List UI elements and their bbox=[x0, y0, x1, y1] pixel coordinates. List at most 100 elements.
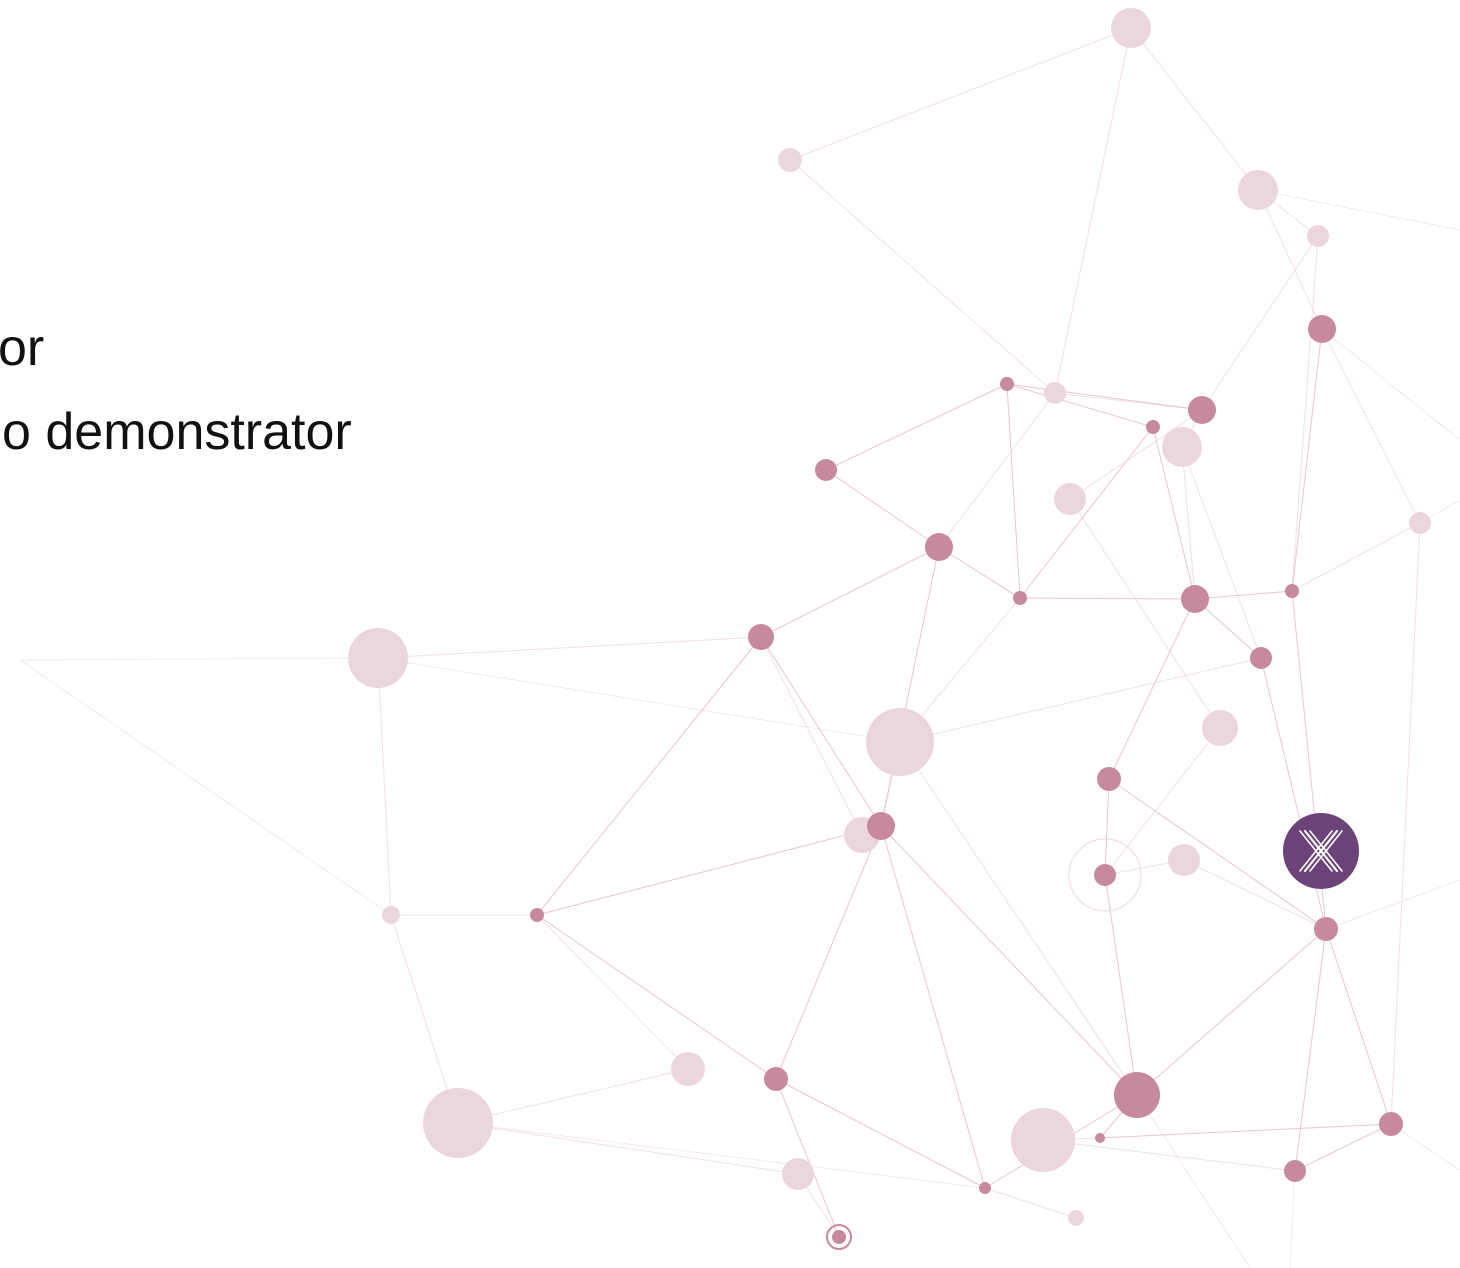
network-node bbox=[1409, 512, 1431, 534]
network-edge bbox=[1054, 27, 1132, 394]
network-node bbox=[1314, 917, 1338, 941]
network-node bbox=[1146, 420, 1160, 434]
network-node bbox=[1379, 1112, 1403, 1136]
network-nodes bbox=[348, 8, 1431, 1250]
network-edge bbox=[1390, 1123, 1460, 1171]
network-edge bbox=[938, 392, 1056, 548]
network-node bbox=[1013, 591, 1027, 605]
network-edge bbox=[536, 825, 882, 916]
network-edge bbox=[377, 657, 901, 743]
network-edge bbox=[1325, 928, 1392, 1125]
network-node bbox=[1094, 864, 1116, 886]
network-edge bbox=[1104, 874, 1138, 1096]
x-logo-icon bbox=[1283, 813, 1359, 889]
network-edge bbox=[536, 636, 762, 916]
network-node bbox=[1054, 483, 1086, 515]
network-edge bbox=[377, 657, 392, 916]
network-edge bbox=[377, 636, 762, 659]
network-edge bbox=[1257, 189, 1460, 231]
network-edge bbox=[1291, 235, 1319, 592]
network-edge bbox=[536, 914, 777, 1080]
network-edge bbox=[1194, 590, 1293, 600]
network-node bbox=[866, 708, 934, 776]
network-node bbox=[1011, 1108, 1075, 1172]
network-node bbox=[782, 1158, 814, 1190]
network-edge bbox=[536, 914, 689, 1070]
network-node bbox=[530, 908, 544, 922]
network-edge bbox=[1294, 1123, 1392, 1172]
network-node bbox=[867, 812, 895, 840]
network-node bbox=[979, 1182, 991, 1194]
network-edge bbox=[1104, 778, 1110, 876]
title-line-2: o demonstrator bbox=[2, 403, 352, 461]
network-node bbox=[1044, 382, 1066, 404]
network-edge bbox=[1325, 879, 1460, 930]
network-node bbox=[1284, 1160, 1306, 1182]
network-node bbox=[815, 459, 837, 481]
network-node bbox=[1111, 8, 1151, 48]
network-edge bbox=[1181, 446, 1262, 659]
network-edge bbox=[899, 741, 1138, 1096]
network-edge bbox=[1099, 1123, 1392, 1139]
network-node bbox=[1114, 1072, 1160, 1118]
network-edge bbox=[1019, 597, 1196, 600]
network-edge bbox=[1201, 235, 1319, 411]
network-node bbox=[671, 1052, 705, 1086]
network-edge bbox=[1181, 446, 1196, 600]
network-edge bbox=[1321, 328, 1460, 441]
network-edge bbox=[19, 659, 392, 916]
network-edge bbox=[1291, 522, 1421, 592]
network-edge bbox=[1289, 1170, 1296, 1268]
network-edge bbox=[984, 1187, 1077, 1219]
network-node bbox=[925, 533, 953, 561]
network-edge bbox=[825, 469, 940, 548]
network-edges bbox=[19, 27, 1460, 1268]
network-edge bbox=[880, 546, 940, 827]
network-edge bbox=[775, 1078, 840, 1238]
network-node bbox=[1238, 170, 1278, 210]
network-edge bbox=[1291, 328, 1323, 592]
network-edge bbox=[1294, 928, 1327, 1172]
network-node bbox=[1095, 1133, 1105, 1143]
network-edge bbox=[1104, 727, 1221, 876]
network-edge bbox=[1136, 1094, 1251, 1268]
network-node bbox=[1250, 647, 1272, 669]
network-edge bbox=[825, 383, 1008, 471]
network-edge bbox=[457, 1122, 799, 1175]
network-edge bbox=[1108, 598, 1196, 780]
network-edge bbox=[1136, 928, 1327, 1096]
network-node bbox=[1202, 710, 1238, 746]
network-edge bbox=[1390, 522, 1421, 1125]
network-edge bbox=[457, 1068, 689, 1124]
network-edge bbox=[1069, 498, 1221, 729]
network-edge bbox=[19, 657, 379, 661]
network-edge bbox=[760, 636, 882, 827]
network-edge bbox=[1054, 392, 1203, 411]
network-graph-decoration bbox=[19, 8, 1460, 1268]
network-edge bbox=[1321, 328, 1421, 524]
network-node bbox=[1307, 225, 1329, 247]
network-edge bbox=[789, 159, 1056, 394]
network-node bbox=[1000, 377, 1014, 391]
network-node bbox=[1097, 767, 1121, 791]
network-edge bbox=[760, 546, 940, 638]
network-node bbox=[764, 1067, 788, 1091]
network-edge bbox=[789, 27, 1132, 161]
network-node bbox=[348, 628, 408, 688]
network-node bbox=[1181, 585, 1209, 613]
network-node bbox=[1188, 396, 1216, 424]
network-edge bbox=[1006, 383, 1203, 411]
network-node bbox=[423, 1088, 493, 1158]
network-node bbox=[748, 624, 774, 650]
network-edge bbox=[938, 546, 1021, 599]
title-line-1: or bbox=[0, 319, 45, 377]
network-node bbox=[778, 148, 802, 172]
network-node bbox=[1168, 844, 1200, 876]
network-edge bbox=[1006, 383, 1021, 599]
network-edge bbox=[1006, 383, 1154, 428]
network-edge bbox=[1130, 27, 1259, 191]
network-node bbox=[1162, 427, 1202, 467]
network-edge bbox=[775, 825, 882, 1080]
network-node bbox=[1068, 1210, 1084, 1226]
network-edge bbox=[457, 1122, 986, 1189]
